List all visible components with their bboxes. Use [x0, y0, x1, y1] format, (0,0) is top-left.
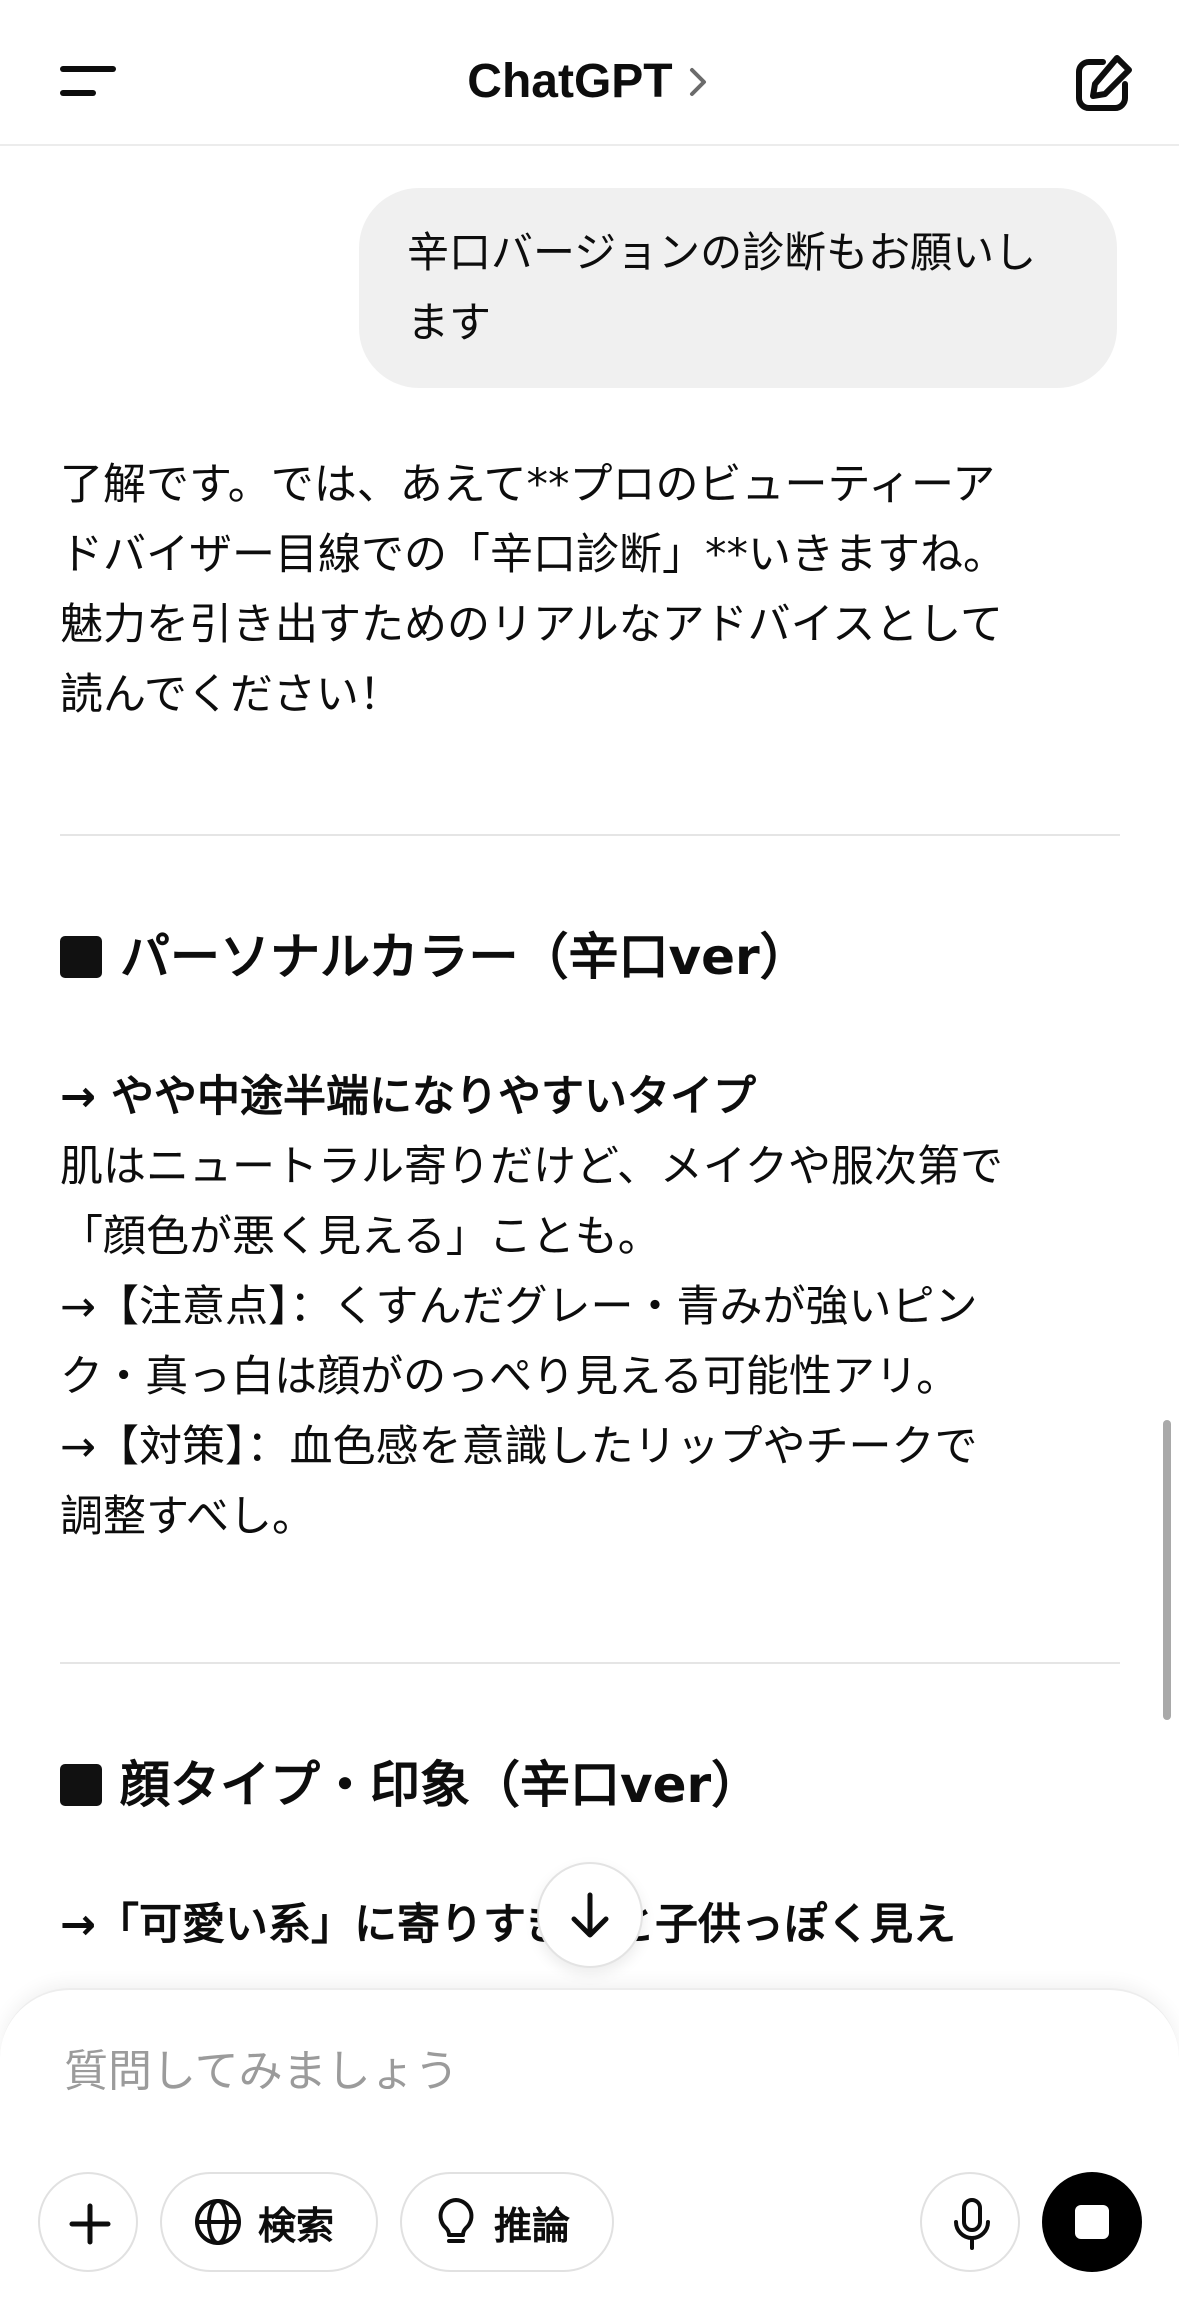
search-label: 検索 — [258, 2203, 335, 2248]
section-line: 調整すべし。 — [60, 1492, 315, 1542]
message-input[interactable] — [62, 2030, 1116, 2112]
plus-icon — [69, 2203, 111, 2245]
intro-line: 読んでください！ — [60, 670, 402, 720]
black-square-icon — [60, 1764, 102, 1806]
scroll-to-bottom-button[interactable] — [537, 1862, 643, 1968]
compose-icon[interactable] — [1067, 48, 1139, 120]
stop-icon — [1075, 2205, 1109, 2239]
globe-icon — [195, 2199, 241, 2245]
reason-label: 推論 — [494, 2203, 571, 2248]
section-heading-personal-color: パーソナルカラー（辛口ver） — [60, 922, 1120, 992]
black-square-icon — [60, 936, 102, 978]
section-lead: → やや中途半端になりやすいタイプ — [60, 1072, 756, 1122]
voice-input-button[interactable] — [920, 2172, 1020, 2272]
section-line: ク・真っ白は顔がのっぺり見える可能性アリ。 — [60, 1352, 960, 1402]
intro-line: ドバイザー目線での「辛口診断」**いきますね。 — [60, 530, 1006, 580]
stop-generating-button[interactable] — [1042, 2172, 1142, 2272]
model-selector-title[interactable]: ChatGPT — [467, 50, 672, 114]
section-line: →【対策】：血色感を意識したリップやチークで — [60, 1422, 978, 1472]
lightbulb-icon — [438, 2198, 474, 2243]
section-line: 「顔色が悪く見える」ことも。 — [60, 1212, 661, 1262]
user-message-bubble: 辛口バージョンの診断もお願いします — [359, 188, 1117, 388]
composer: 検索 推論 — [0, 1988, 1179, 2321]
arrow-down-icon — [571, 1892, 609, 1938]
section-heading-face-type: 顔タイプ・印象（辛口ver） — [60, 1750, 1120, 1820]
microphone-icon — [954, 2198, 990, 2250]
attach-button[interactable] — [38, 2172, 138, 2272]
section-heading-text: 顔タイプ・印象（辛口ver） — [120, 1756, 762, 1814]
reason-button[interactable]: 推論 — [400, 2172, 614, 2272]
section-line: 肌はニュートラル寄りだけど、メイクや服次第で — [60, 1142, 1003, 1192]
user-message-text: 辛口バージョンの診断もお願いします — [407, 228, 1037, 347]
chevron-right-icon[interactable] — [684, 62, 712, 102]
section-heading-text: パーソナルカラー（辛口ver） — [120, 928, 810, 986]
intro-line: 了解です。では、あえて**プロのビューティーア — [60, 460, 996, 510]
intro-line: 魅力を引き出すためのリアルなアドバイスとして — [60, 600, 1003, 650]
assistant-intro: 了解です。では、あえて**プロのビューティーア ドバイザー目線での「辛口診断」*… — [60, 450, 1120, 730]
search-button[interactable]: 検索 — [160, 2172, 378, 2272]
top-bar: ChatGPT — [0, 0, 1179, 146]
section-line: →【注意点】：くすんだグレー・青みが強いピン — [60, 1282, 978, 1332]
title-area: ChatGPT — [0, 50, 1179, 114]
scrollbar-thumb[interactable] — [1163, 1420, 1171, 1720]
assistant-message: 了解です。では、あえて**プロのビューティーア ドバイザー目線での「辛口診断」*… — [60, 450, 1120, 1960]
